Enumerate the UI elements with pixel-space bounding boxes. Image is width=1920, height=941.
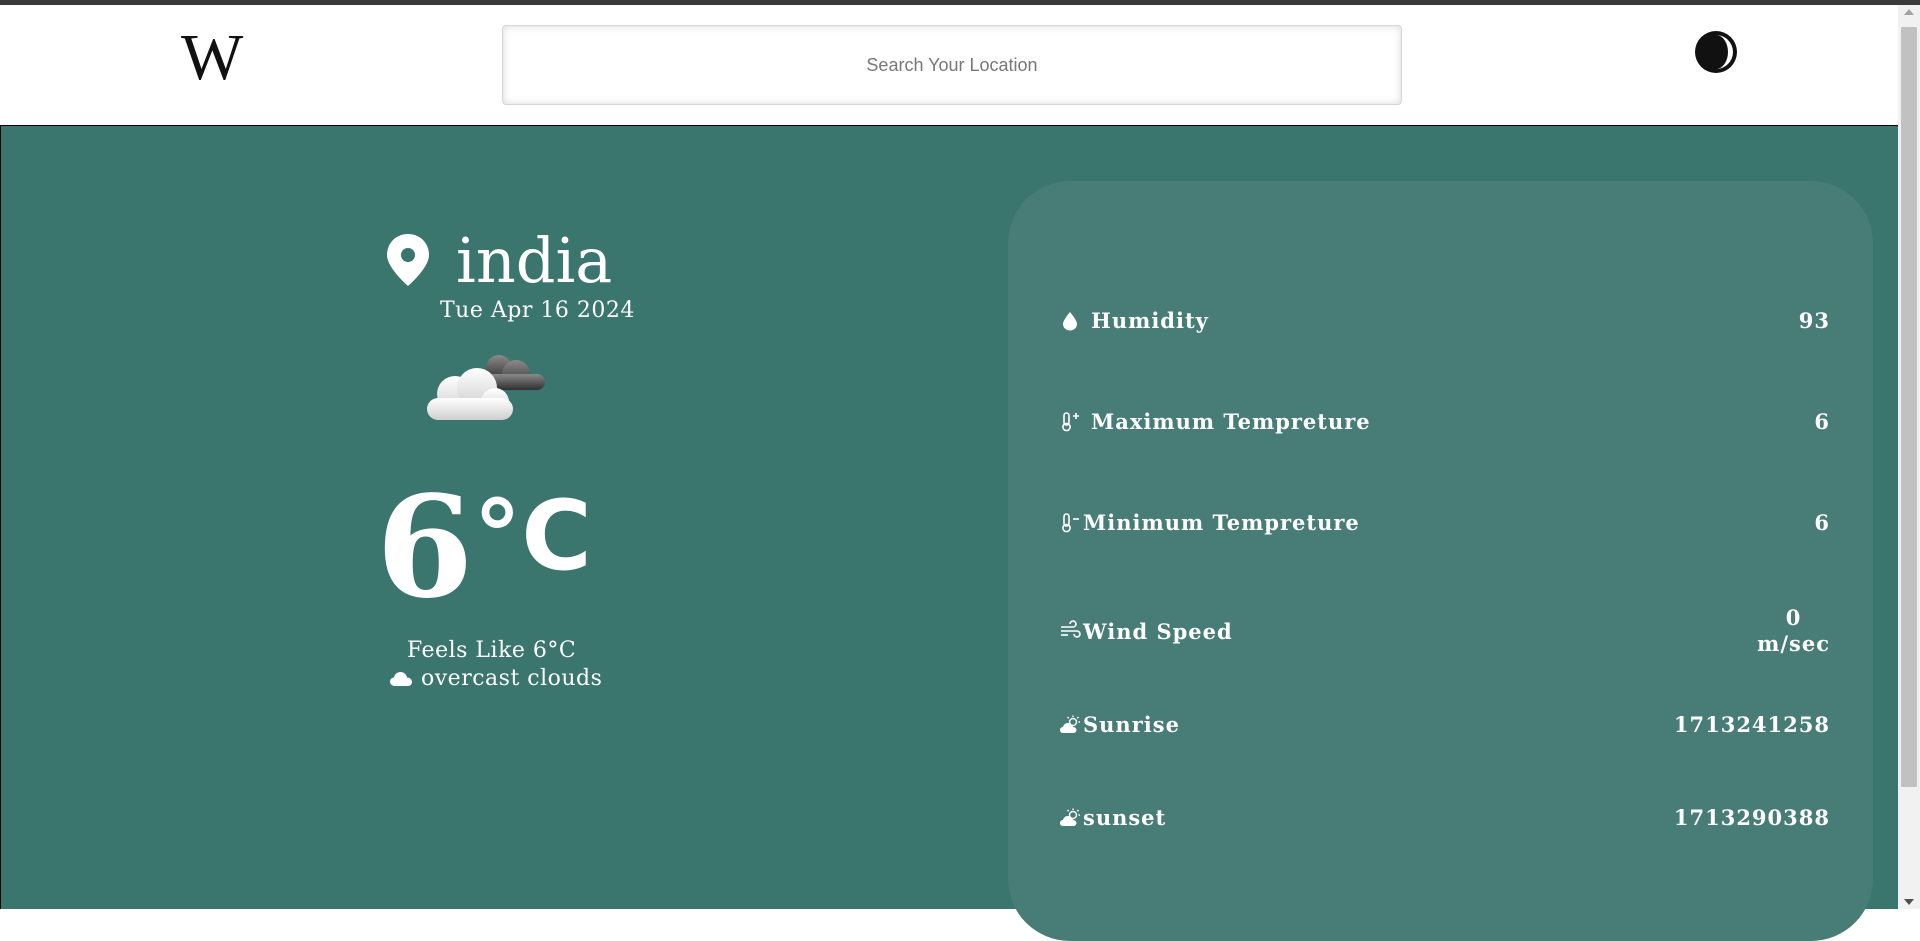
detail-label: Wind Speed [1083, 618, 1233, 644]
temperature: 6°C [376, 478, 592, 618]
wind-speed-value: 0 [1785, 605, 1802, 630]
detail-value: 1713241258 [1673, 712, 1830, 737]
sunrise-icon [1060, 715, 1080, 733]
scrollbar-thumb[interactable] [1901, 27, 1917, 787]
thermometer-minus-icon [1062, 512, 1079, 532]
droplet-icon [1063, 311, 1077, 330]
detail-row-max-temp: Maximum Tempreture 6 [1059, 409, 1830, 434]
cloudy-icon [427, 355, 545, 420]
logo[interactable]: W [181, 25, 243, 91]
cloud-icon [390, 671, 412, 686]
moon-icon[interactable] [1693, 29, 1739, 75]
detail-value: 6 [1814, 510, 1830, 535]
detail-label: Minimum Tempreture [1083, 510, 1360, 535]
temperature-value: 6 [376, 466, 474, 630]
detail-row-humidity: Humidity 93 [1059, 308, 1830, 333]
weather-description: overcast clouds [421, 666, 603, 691]
detail-row-sunrise: Sunrise 1713241258 [1059, 712, 1830, 737]
detail-row-wind: Wind Speed 0 m/sec [1059, 605, 1830, 657]
detail-value: 6 [1814, 409, 1830, 434]
detail-value: 1713290388 [1673, 805, 1830, 830]
detail-label: Humidity [1091, 308, 1209, 333]
wind-speed-unit: m/sec [1757, 631, 1830, 656]
detail-value: 93 [1798, 308, 1830, 333]
thermometer-plus-icon [1062, 411, 1079, 431]
page-scrollbar[interactable] [1898, 5, 1920, 909]
sunset-icon [1060, 808, 1080, 826]
detail-label: Sunrise [1083, 712, 1180, 737]
detail-label: Maximum Tempreture [1091, 409, 1371, 434]
location-pin-icon [387, 234, 429, 286]
current-date: Tue Apr 16 2024 [440, 298, 635, 323]
scroll-up-arrow-icon[interactable] [1904, 9, 1914, 15]
current-weather: india Tue Apr 16 2024 6°C Feels Like 6°C… [1, 126, 1001, 909]
detail-row-sunset: sunset 1713290388 [1059, 805, 1830, 830]
scroll-down-arrow-icon[interactable] [1904, 899, 1914, 905]
feels-like: Feels Like 6°C [407, 638, 577, 663]
weather-main: india Tue Apr 16 2024 6°C Feels Like 6°C… [0, 126, 1898, 941]
wind-icon [1061, 620, 1081, 638]
weather-details-card: Humidity 93 Maximum Tempreture 6 Minimum… [1008, 181, 1873, 941]
detail-label: sunset [1083, 805, 1167, 830]
detail-value: 0 m/sec [1757, 605, 1830, 657]
detail-row-min-temp: Minimum Tempreture 6 [1059, 510, 1830, 535]
temperature-unit: °C [473, 480, 592, 592]
weather-description-row: overcast clouds [389, 666, 602, 691]
location-name: india [456, 224, 613, 297]
search-input[interactable] [502, 25, 1402, 105]
app-header: W [0, 5, 1898, 126]
